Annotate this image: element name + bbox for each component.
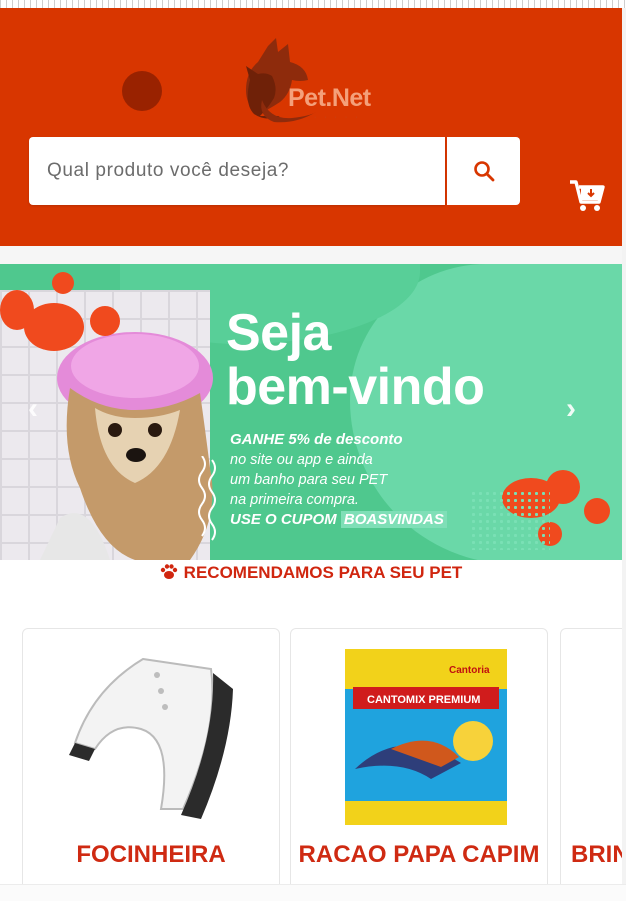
search-button[interactable]	[447, 137, 520, 205]
recommend-title-text: RECOMENDAMOS PARA SEU PET	[183, 563, 463, 582]
carousel-next-button[interactable]: ›	[566, 392, 576, 426]
product-name: BRIN	[571, 841, 622, 868]
site-logo[interactable]: Pet.Net · · · · ·	[240, 36, 390, 128]
cart-button[interactable]	[566, 174, 606, 214]
headline-line-2: bem-vindo	[226, 358, 485, 416]
carousel-prev-button[interactable]: ‹	[28, 392, 38, 426]
browser-top-strip	[0, 0, 626, 8]
product-name: RACAO PAPA CAPIM	[298, 841, 540, 868]
product-card[interactable]: FOCINHEIRA	[22, 628, 280, 890]
product-image-focinheira	[69, 657, 233, 819]
promo-coupon-line: USE O CUPOM BOASVINDAS	[230, 510, 447, 530]
banner-headline: Seja bem-vindo	[226, 304, 485, 416]
bottom-strip	[0, 884, 626, 901]
search-icon	[473, 161, 494, 182]
coupon-code: BOASVINDAS	[340, 511, 447, 528]
product-image-racao: Cantoria CANTOMIX PREMIUM	[345, 649, 507, 825]
promo-line: um banho para seu PET	[230, 472, 388, 488]
package-brand: Cantoria	[449, 665, 490, 676]
product-card[interactable]: BRIN	[560, 628, 622, 890]
product-carousel: FOCINHEIRA Cantoria CANTOMIX PREMIUM RAC…	[0, 628, 622, 890]
headline-line-1: Seja	[226, 304, 331, 362]
decorative-pattern	[470, 490, 550, 550]
decorative-dot	[546, 470, 580, 504]
decorative-dot	[584, 498, 610, 524]
paw-icon	[160, 564, 177, 579]
wave-lines-icon	[198, 456, 216, 541]
header-divider	[0, 246, 626, 264]
decorative-dot	[52, 272, 74, 294]
recommend-section-title: RECOMENDAMOS PARA SEU PET	[0, 563, 622, 583]
product-card[interactable]: Cantoria CANTOMIX PREMIUM RACAO PAPA CAP…	[290, 628, 548, 890]
decorative-blob	[122, 71, 162, 111]
search-box	[29, 137, 445, 205]
promo-bold: GANHE 5% de desconto	[230, 431, 403, 448]
logo-subtext: · · · · ·	[314, 114, 361, 121]
decorative-dot	[90, 306, 120, 336]
package-product: CANTOMIX PREMIUM	[367, 694, 480, 706]
scrollbar-track[interactable]	[622, 8, 626, 884]
product-name: FOCINHEIRA	[76, 841, 226, 868]
banner-promo-text: GANHE 5% de desconto no site ou app e ai…	[230, 430, 447, 530]
logo-text: Pet.Net	[288, 84, 371, 112]
coupon-prefix: USE O CUPOM	[230, 511, 337, 528]
promo-line: na primeira compra.	[230, 492, 359, 508]
search-input[interactable]	[29, 137, 445, 205]
cart-icon	[570, 180, 605, 211]
promo-line: no site ou app e ainda	[230, 452, 373, 468]
decorative-dot	[24, 303, 84, 351]
